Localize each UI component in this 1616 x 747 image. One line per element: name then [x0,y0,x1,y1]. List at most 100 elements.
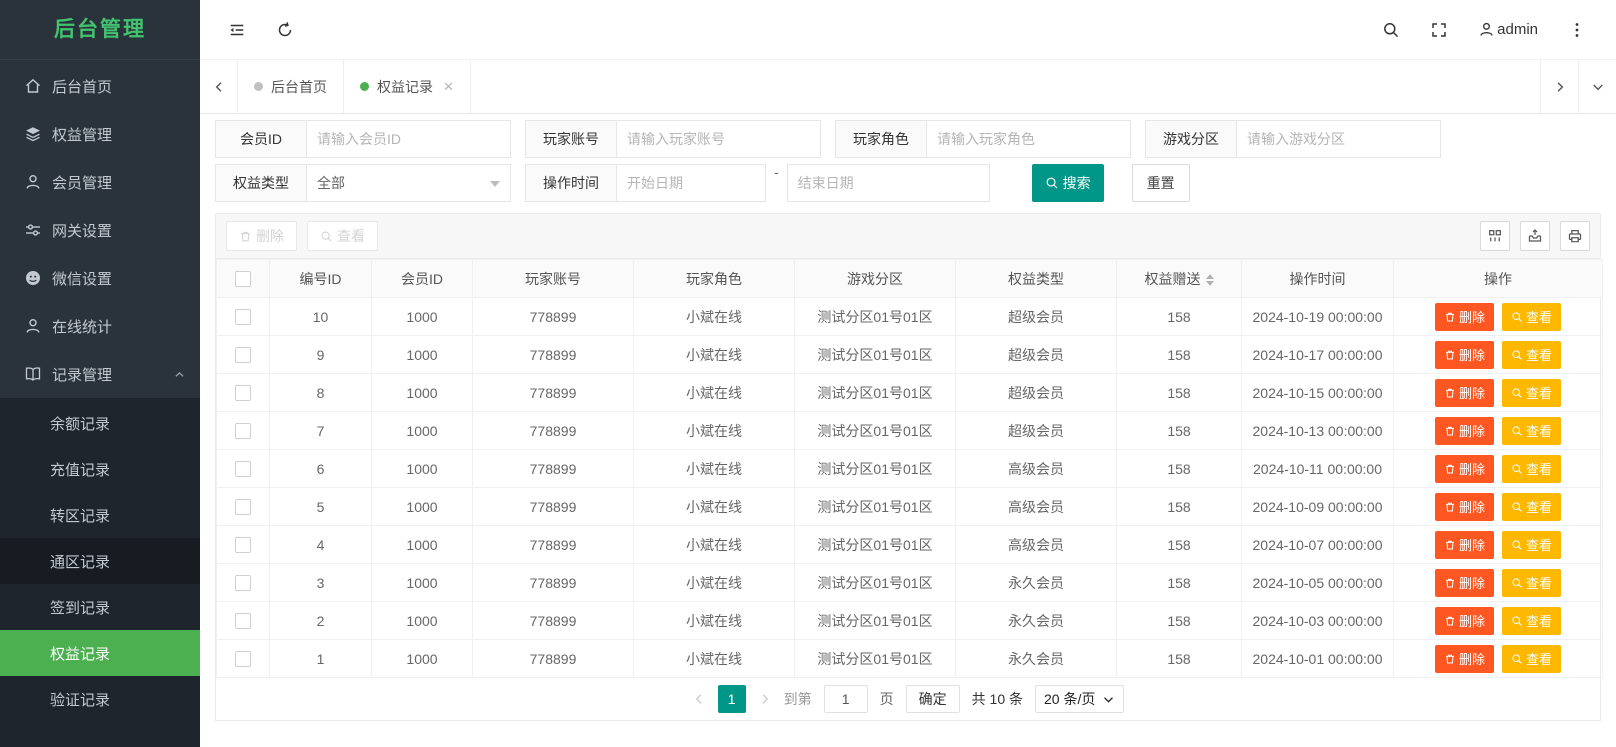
more-vertical-icon[interactable] [1568,21,1586,39]
column-header-label: 游戏分区 [847,270,903,287]
cell-id: 8 [269,373,372,412]
reset-button[interactable]: 重置 [1131,164,1190,202]
tab-dot [360,82,369,91]
game-zone-input[interactable] [1236,120,1441,158]
start-date-input[interactable] [616,164,766,202]
row-delete-button[interactable]: 删除 [1434,340,1494,369]
tabs-scroll-right-button[interactable] [1540,60,1578,113]
user-menu[interactable]: admin [1478,21,1538,38]
row-delete-button[interactable]: 删除 [1434,302,1494,331]
row-delete-button[interactable]: 删除 [1434,378,1494,407]
next-page-button[interactable] [758,692,772,706]
row-checkbox[interactable] [235,499,251,516]
cell-member_id: 1000 [371,297,473,336]
close-icon[interactable]: ✕ [443,79,454,95]
row-delete-button[interactable]: 删除 [1434,454,1494,483]
sort-icon[interactable] [1205,273,1214,286]
row-view-button[interactable]: 查看 [1502,606,1562,635]
row-checkbox[interactable] [235,575,251,592]
row-checkbox[interactable] [235,537,251,554]
page-size-select[interactable]: 20 条/页 [1035,685,1125,713]
columns-icon[interactable] [1480,221,1510,251]
player-account-input[interactable] [616,120,821,158]
sidebar-subitem-通区记录[interactable]: 通区记录 [0,538,200,584]
row-view-button[interactable]: 查看 [1502,530,1562,559]
sidebar-subitem-充值记录[interactable]: 充值记录 [0,446,200,492]
fullscreen-icon[interactable] [1430,21,1448,39]
row-view-button[interactable]: 查看 [1502,302,1562,331]
row-checkbox[interactable] [235,309,251,326]
goto-page-input[interactable] [823,685,868,713]
search-icon [1511,501,1523,513]
row-view-button[interactable]: 查看 [1502,378,1562,407]
sidebar: 后台管理 后台首页 权益管理 会员管理 网关设置 微信设置 在线统计 记录管理 余额记录 充值… [0,0,200,747]
row-delete-button[interactable]: 删除 [1434,416,1494,445]
search-button[interactable]: 搜索 [1031,164,1104,202]
member-id-input[interactable] [306,120,511,158]
row-checkbox[interactable] [235,385,251,402]
row-checkbox[interactable] [235,461,251,478]
sidebar-item-后台首页[interactable]: 后台首页 [0,62,200,110]
column-header-权益类型: 权益类型 [955,259,1117,298]
cell-type: 超级会员 [955,335,1117,374]
cell-id: 9 [269,335,372,374]
tabs-menu-button[interactable] [1578,60,1616,113]
row-view-button[interactable]: 查看 [1502,644,1562,673]
row-delete-button[interactable]: 删除 [1434,530,1494,559]
end-date-input[interactable] [786,164,990,202]
current-page-button[interactable]: 1 [717,685,746,713]
sidebar-item-会员管理[interactable]: 会员管理 [0,158,200,206]
export-icon[interactable] [1520,221,1550,251]
prev-page-button[interactable] [692,692,706,706]
row-view-button[interactable]: 查看 [1502,340,1562,369]
row-checkbox[interactable] [235,613,251,630]
select-all-checkbox[interactable] [235,271,251,288]
search-icon [1511,463,1523,475]
row-delete-button[interactable]: 删除 [1434,606,1494,635]
cell-zone: 测试分区01号01区 [794,297,956,336]
row-checkbox[interactable] [235,347,251,364]
table-row: 2 1000 778899 小斌在线 测试分区01号01区 永久会员 158 2024-10-… [216,601,1603,640]
row-delete-button[interactable]: 删除 [1434,492,1494,521]
row-checkbox[interactable] [235,651,251,668]
tab-后台首页[interactable]: 后台首页 [238,60,344,113]
refresh-icon[interactable] [276,21,294,39]
row-view-button[interactable]: 查看 [1502,568,1562,597]
trash-icon [239,230,252,243]
cell-id: 1 [269,639,372,678]
cell-account: 778899 [472,373,634,412]
print-icon[interactable] [1560,221,1590,251]
row-view-button[interactable]: 查看 [1502,454,1562,483]
batch-delete-button[interactable]: 删除 [226,221,297,251]
row-view-button[interactable]: 查看 [1502,416,1562,445]
collapse-sidebar-icon[interactable] [228,21,246,39]
sidebar-subitem-权益记录[interactable]: 权益记录 [0,630,200,676]
sidebar-subitem-转区记录[interactable]: 转区记录 [0,492,200,538]
search-icon [320,230,333,243]
sidebar-subitem-验证记录[interactable]: 验证记录 [0,676,200,722]
tabs-scroll-left-button[interactable] [200,60,238,113]
table-card: 删除 查看 编号ID 会员ID 玩家账号 玩家角色 游戏分区 权益类型 权益赠送 操作时间 操作… [215,213,1603,721]
player-role-input[interactable] [926,120,1131,158]
cell-type: 高级会员 [955,487,1117,526]
batch-view-button[interactable]: 查看 [307,221,378,251]
row-view-button[interactable]: 查看 [1502,492,1562,521]
rights-type-select[interactable]: 全部 [306,164,511,202]
row-delete-button[interactable]: 删除 [1434,568,1494,597]
column-header-权益赠送[interactable]: 权益赠送 [1116,259,1242,298]
confirm-page-button[interactable]: 确定 [905,685,960,713]
tab-权益记录[interactable]: 权益记录 ✕ [344,60,471,113]
cell-gift: 158 [1116,373,1242,412]
sidebar-item-微信设置[interactable]: 微信设置 [0,254,200,302]
sidebar-subitem-余额记录[interactable]: 余额记录 [0,400,200,446]
search-icon[interactable] [1382,21,1400,39]
sidebar-subitem-签到记录[interactable]: 签到记录 [0,584,200,630]
cell-gift: 158 [1116,411,1242,450]
sidebar-item-网关设置[interactable]: 网关设置 [0,206,200,254]
row-checkbox[interactable] [235,423,251,440]
cell-type: 永久会员 [955,601,1117,640]
sidebar-item-记录管理[interactable]: 记录管理 [0,350,200,398]
sidebar-item-权益管理[interactable]: 权益管理 [0,110,200,158]
sidebar-item-在线统计[interactable]: 在线统计 [0,302,200,350]
row-delete-button[interactable]: 删除 [1434,644,1494,673]
